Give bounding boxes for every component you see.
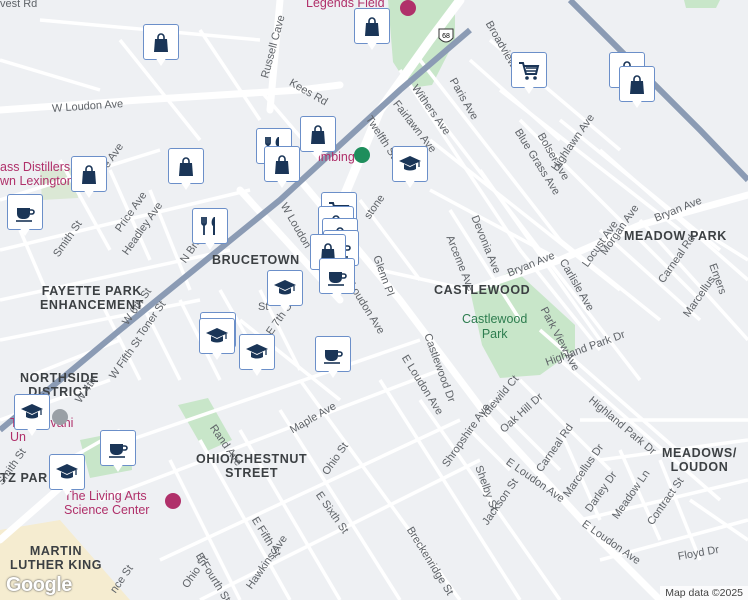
school-marker[interactable] <box>14 394 50 438</box>
marker-box <box>199 318 235 354</box>
marker-tip <box>327 369 339 378</box>
cafe-icon <box>109 444 128 458</box>
school-marker[interactable] <box>49 454 85 498</box>
pink-poi-icon[interactable] <box>165 493 181 509</box>
us-68-shield: 68 <box>437 28 455 46</box>
school-icon <box>206 328 228 343</box>
marker-box <box>319 258 355 294</box>
marker-tip <box>155 57 167 66</box>
marker-box <box>71 156 107 192</box>
marker-box <box>100 430 136 466</box>
marker-tip <box>631 99 643 108</box>
school-icon <box>246 344 268 359</box>
marker-tip <box>180 181 192 190</box>
school-icon <box>274 280 296 295</box>
marker-tip <box>26 427 38 436</box>
marker-box <box>354 8 390 44</box>
marker-tip <box>83 189 95 198</box>
marker-tip <box>112 463 124 472</box>
street-label: vest Rd <box>0 0 38 10</box>
shopping-bag-icon <box>275 155 289 174</box>
marker-tip <box>312 149 324 158</box>
cafe-marker[interactable] <box>315 336 351 380</box>
svg-text:68: 68 <box>442 33 450 40</box>
shopping-bag-marker[interactable] <box>619 66 655 110</box>
area-martin-luther-king: MARTIN LUTHER KING <box>10 544 103 572</box>
shopping-bag-icon <box>630 75 644 94</box>
marker-box <box>300 116 336 152</box>
restaurant-marker[interactable] <box>192 208 228 252</box>
marker-box <box>192 208 228 244</box>
restaurant-icon <box>201 217 215 235</box>
pink-poi-icon[interactable] <box>52 409 68 425</box>
cafe-marker[interactable] <box>7 194 43 238</box>
cafe-marker[interactable] <box>319 258 355 302</box>
shopping-bag-marker[interactable] <box>264 146 300 190</box>
marker-box <box>619 66 655 102</box>
poi-distillers[interactable]: ass Distillers wn Lexington <box>0 160 74 188</box>
marker-box <box>14 394 50 430</box>
shopping-bag-marker[interactable] <box>300 116 336 160</box>
cafe-icon <box>328 272 347 286</box>
marker-tip <box>61 487 73 496</box>
green-area-4 <box>684 0 720 8</box>
pink-poi-icon[interactable] <box>354 147 370 163</box>
marker-tip <box>523 85 535 94</box>
marker-tip <box>204 241 216 250</box>
marker-tip <box>366 41 378 50</box>
shopping-bag-marker[interactable] <box>143 24 179 68</box>
school-icon <box>399 156 421 171</box>
cafe-icon <box>324 350 343 364</box>
school-marker[interactable] <box>239 334 275 378</box>
map-attribution: Map data ©2025 <box>660 586 748 600</box>
area-ohio-chestnut: OHIO/CHESTNUT STREET <box>196 452 308 480</box>
marker-box <box>267 270 303 306</box>
cafe-marker[interactable] <box>100 430 136 474</box>
marker-tip <box>404 179 416 188</box>
marker-box <box>392 146 428 182</box>
marker-box <box>168 148 204 184</box>
marker-tip <box>331 291 343 300</box>
marker-box <box>7 194 43 230</box>
school-icon <box>56 464 78 479</box>
shopping-bag-icon <box>179 157 193 176</box>
area-meadows-loudon: MEADOWS/ LOUDON <box>662 446 737 474</box>
marker-box <box>315 336 351 372</box>
shopping-bag-marker[interactable] <box>168 148 204 192</box>
shopping-bag-icon <box>82 165 96 184</box>
school-icon <box>21 404 43 419</box>
shopping-bag-icon <box>365 17 379 36</box>
pink-poi-icon[interactable] <box>400 0 416 16</box>
shopping-bag-icon <box>311 125 325 144</box>
park-label-castlewood: Castlewood Park <box>462 312 528 341</box>
area-meadow-park: MEADOW PARK <box>624 229 727 243</box>
school-marker[interactable] <box>199 318 235 362</box>
area-brucetown: BRUCETOWN <box>212 253 300 267</box>
area-castlewood: CASTLEWOOD <box>434 283 531 297</box>
cafe-icon <box>16 208 35 222</box>
shopping-bag-icon <box>154 33 168 52</box>
marker-box <box>511 52 547 88</box>
marker-box <box>239 334 275 370</box>
marker-tip <box>19 227 31 236</box>
shopping-cart-icon <box>519 62 540 80</box>
marker-box <box>143 24 179 60</box>
map-view[interactable]: 68 MEADOW PARK BRUCETOWN CASTLEWOOD FAYE… <box>0 0 748 600</box>
marker-tip <box>211 351 223 360</box>
shopping-cart-marker[interactable] <box>511 52 547 96</box>
school-marker[interactable] <box>267 270 303 314</box>
marker-box <box>264 146 300 182</box>
google-logo: Google <box>6 574 72 596</box>
shopping-bag-marker[interactable] <box>71 156 107 200</box>
shopping-bag-marker[interactable] <box>354 8 390 52</box>
school-marker[interactable] <box>392 146 428 190</box>
marker-tip <box>279 303 291 312</box>
marker-box <box>49 454 85 490</box>
marker-tip <box>251 367 263 376</box>
marker-tip <box>276 179 288 188</box>
